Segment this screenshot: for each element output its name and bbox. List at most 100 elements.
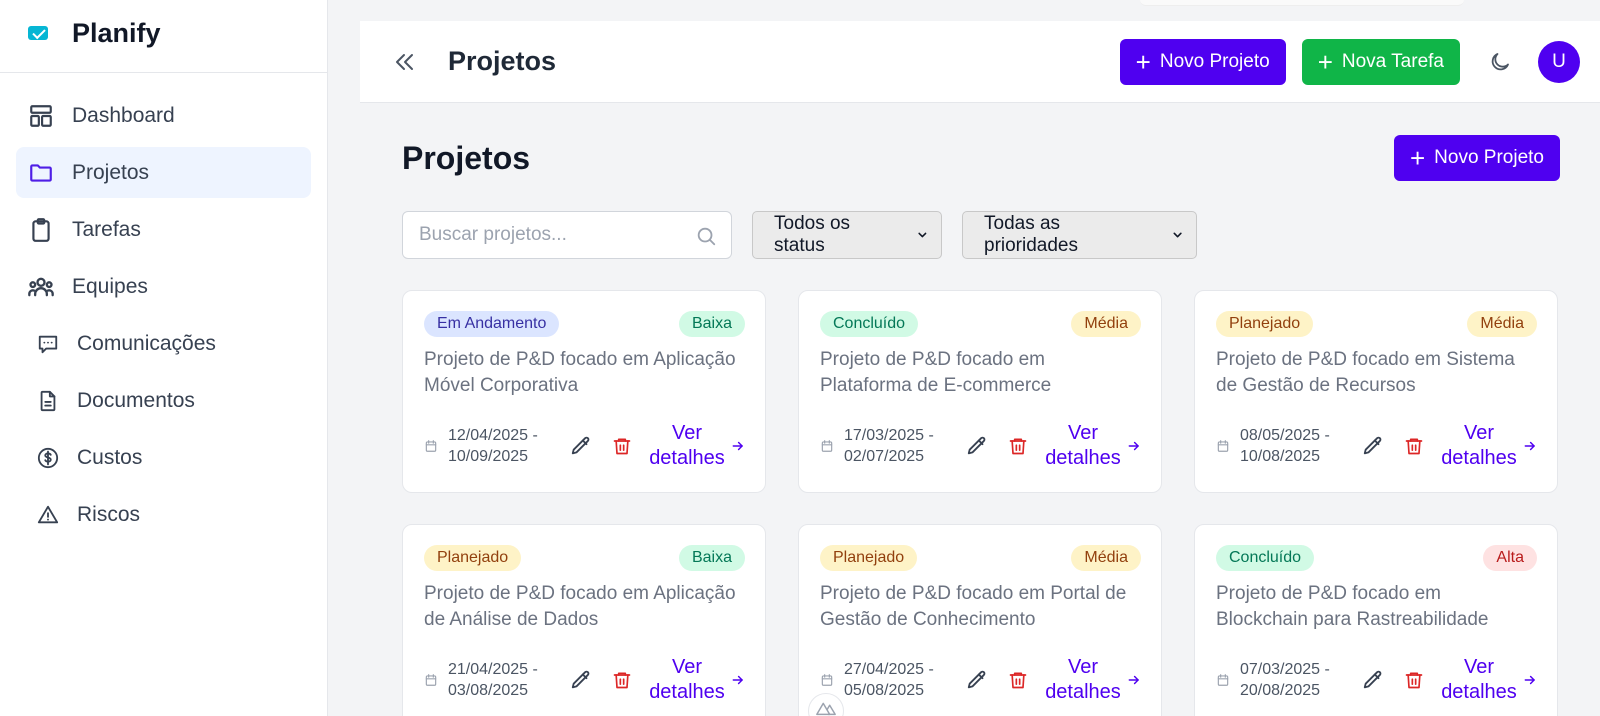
view-details-label: Ver detalhes	[1441, 422, 1517, 469]
status-filter-select[interactable]: Todos os status	[752, 211, 942, 259]
header-new-task-button[interactable]: + Nova Tarefa	[1301, 38, 1460, 85]
edit-project-button[interactable]	[1360, 433, 1386, 459]
edit-project-button[interactable]	[568, 433, 594, 459]
edit-project-button[interactable]	[964, 433, 990, 459]
delete-project-button[interactable]	[1005, 667, 1031, 693]
sidebar-item-comunicacoes[interactable]: Comunicações	[16, 318, 311, 369]
sidebar-item-custos[interactable]: Custos	[16, 432, 311, 483]
delete-project-button[interactable]	[1401, 433, 1427, 459]
dark-mode-toggle[interactable]	[1486, 48, 1514, 76]
sidebar-nav: Dashboard Projetos Tarefas Equipes Comun…	[0, 73, 327, 540]
sidebar-item-label: Equipes	[72, 274, 148, 298]
trash-icon	[1009, 672, 1027, 689]
search-box	[402, 211, 732, 259]
header-new-project-button[interactable]: + Novo Projeto	[1119, 38, 1286, 85]
user-avatar[interactable]: U	[1538, 40, 1580, 83]
start-date: 08/05/2025 -	[1240, 427, 1330, 444]
header-title: Projetos	[448, 46, 557, 76]
priority-badge: Baixa	[678, 545, 745, 571]
card-footer: 12/04/2025 - 10/09/2025 Ver detalhes	[424, 421, 745, 471]
delete-project-button[interactable]	[1005, 433, 1031, 459]
card-footer: 17/03/2025 - 02/07/2025 Ver detalhes	[820, 421, 1141, 471]
sidebar-item-documentos[interactable]: Documentos	[16, 375, 311, 426]
view-details-link[interactable]: Ver detalhes	[1043, 421, 1141, 471]
main-content: Projetos + Novo Projeto Todos os status …	[402, 103, 1560, 716]
end-date: 03/08/2025	[448, 682, 529, 699]
status-badge: Em Andamento	[424, 311, 560, 337]
delete-project-button[interactable]	[1401, 667, 1427, 693]
project-description: Projeto de P&D focado em Blockchain para…	[1216, 583, 1489, 630]
edit-project-button[interactable]	[1360, 667, 1386, 693]
select-value: Todos os status	[774, 213, 851, 256]
project-card: Concluído Alta Projeto de P&D focado em …	[1194, 524, 1558, 716]
calendar-icon	[821, 440, 833, 452]
edit-project-button[interactable]	[568, 667, 594, 693]
trash-icon	[1405, 438, 1423, 455]
project-dates: 21/04/2025 - 03/08/2025	[448, 659, 564, 701]
sidebar-item-projetos[interactable]: Projetos	[16, 147, 311, 198]
card-header: Concluído Média	[820, 311, 1141, 337]
priority-badge: Média	[1467, 311, 1537, 337]
button-label: Novo Projeto	[1159, 50, 1270, 72]
priority-badge: Alta	[1483, 545, 1537, 571]
pencil-icon	[571, 436, 590, 455]
view-details-label: Ver detalhes	[649, 656, 725, 703]
new-project-button[interactable]: + Novo Projeto	[1393, 135, 1560, 181]
view-details-link[interactable]: Ver detalhes	[1439, 655, 1537, 705]
sidebar-item-dashboard[interactable]: Dashboard	[16, 90, 311, 141]
search-input[interactable]	[403, 212, 731, 258]
project-description: Projeto de P&D focado em Sistema de Gest…	[1216, 349, 1515, 396]
folder-icon	[27, 159, 55, 187]
sidebar-item-label: Riscos	[77, 502, 141, 526]
sidebar-item-tarefas[interactable]: Tarefas	[16, 204, 311, 255]
filters-bar: Todos os status Todas as prioridades	[402, 211, 1560, 259]
calendar-icon	[1217, 674, 1229, 686]
view-details-label: Ver detalhes	[649, 422, 725, 469]
end-date: 02/07/2025	[844, 448, 925, 465]
sidebar-item-label: Tarefas	[72, 217, 141, 241]
page-title: Projetos	[402, 139, 531, 176]
view-details-link[interactable]: Ver detalhes	[1043, 655, 1141, 705]
sidebar: Planify Dashboard Projetos Tarefas Equip…	[0, 0, 328, 716]
delete-project-button[interactable]	[609, 667, 635, 693]
plus-icon: +	[1135, 46, 1151, 77]
status-badge: Planejado	[424, 545, 522, 571]
nuxt-logo-icon	[816, 702, 836, 716]
card-header: Em Andamento Baixa	[424, 311, 745, 337]
users-icon	[27, 273, 55, 301]
delete-project-button[interactable]	[609, 433, 635, 459]
card-header: Planejado Média	[1216, 311, 1537, 337]
pencil-icon	[967, 670, 986, 689]
sidebar-item-equipes[interactable]: Equipes	[16, 261, 311, 312]
arrow-right-icon	[1128, 441, 1139, 451]
top-header: Projetos + Novo Projeto + Nova Tarefa U	[360, 21, 1600, 103]
status-badge: Concluído	[820, 311, 919, 337]
moon-icon	[1491, 52, 1509, 70]
view-details-label: Ver detalhes	[1045, 656, 1121, 703]
card-header: Planejado Média	[820, 545, 1141, 571]
page-head: Projetos + Novo Projeto	[402, 135, 1560, 181]
pencil-icon	[967, 436, 986, 455]
double-chevron-left-icon	[396, 53, 413, 70]
calendar-icon	[1217, 440, 1229, 452]
view-details-link[interactable]: Ver detalhes	[1439, 421, 1537, 471]
select-value: Todas as prioridades	[984, 213, 1078, 256]
collapse-sidebar-button[interactable]	[392, 49, 418, 75]
project-description: Projeto de P&D focado em Portal de Gestã…	[820, 583, 1127, 630]
view-details-link[interactable]: Ver detalhes	[647, 421, 745, 471]
priority-badge: Média	[1071, 545, 1141, 571]
view-details-link[interactable]: Ver detalhes	[647, 655, 745, 705]
clipboard-icon	[27, 216, 55, 244]
project-card: Planejado Média Projeto de P&D focado em…	[798, 524, 1162, 716]
card-footer: 08/05/2025 - 10/08/2025 Ver detalhes	[1216, 421, 1537, 471]
sidebar-item-riscos[interactable]: Riscos	[16, 489, 311, 540]
edit-project-button[interactable]	[964, 667, 990, 693]
project-description: Projeto de P&D focado em Aplicação Móvel…	[424, 349, 736, 396]
pencil-icon	[1363, 436, 1382, 455]
status-badge: Concluído	[1216, 545, 1315, 571]
priority-filter-select[interactable]: Todas as prioridades	[962, 211, 1197, 259]
project-description: Projeto de P&D focado em Plataforma de E…	[820, 349, 1052, 396]
view-details-label: Ver detalhes	[1045, 422, 1121, 469]
end-date: 05/08/2025	[844, 682, 925, 699]
start-date: 07/03/2025 -	[1240, 661, 1330, 678]
